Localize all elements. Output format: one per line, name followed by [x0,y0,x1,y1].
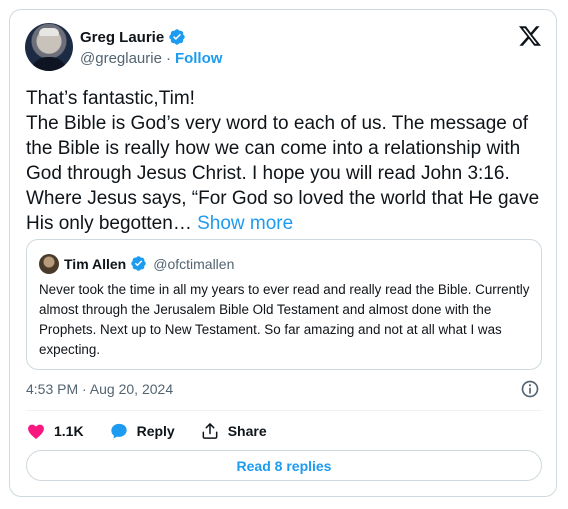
divider [26,410,542,411]
follow-button[interactable]: Follow [175,50,223,67]
heart-icon [28,424,44,439]
verified-badge-icon [169,29,185,45]
like-count: 1.1K [54,423,84,439]
quoted-text: Never took the time in all my years to e… [39,282,530,357]
quoted-tweet[interactable]: Tim Allen @ofctimallen Never took the ti… [26,239,542,370]
avatar-hair [39,28,59,36]
reply-button[interactable]: Reply [109,421,175,441]
author-avatar[interactable] [25,23,73,71]
share-icon [202,423,218,439]
quoted-name: Tim Allen [64,255,127,272]
info-icon[interactable] [520,379,540,399]
author-name[interactable]: Greg Laurie [80,29,164,46]
quoted-handle: @ofctimallen [153,255,235,272]
tweet-line-2: The Bible is God’s very word to each of … [26,111,546,236]
like-button[interactable]: 1.1K [26,421,84,441]
read-replies-button[interactable]: Read 8 replies [26,450,542,481]
action-bar: 1.1K Reply Share [26,420,292,442]
tweet-text: That’s fantastic,Tim! The Bible is God’s… [26,86,546,236]
show-more-link[interactable]: Show more [197,213,293,234]
handle-separator: · [165,50,171,67]
quoted-name-row: Tim Allen @ofctimallen [64,255,234,272]
author-name-row: Greg Laurie [80,28,186,46]
avatar-shirt [31,57,67,71]
tweet-timestamp[interactable]: 4:53 PM · Aug 20, 2024 [26,381,173,397]
author-handle[interactable]: @greglaurie [80,50,162,67]
share-button[interactable]: Share [200,421,267,441]
reply-bubble-icon [110,423,127,439]
tweet-line-1: That’s fantastic,Tim! [26,88,195,109]
quoted-verified-badge-icon [131,256,146,271]
author-handle-row: @greglaurie · Follow [80,50,222,67]
x-logo-icon[interactable] [518,24,542,48]
share-label: Share [227,423,267,439]
reply-label: Reply [136,423,175,439]
quoted-avatar[interactable] [39,254,59,274]
